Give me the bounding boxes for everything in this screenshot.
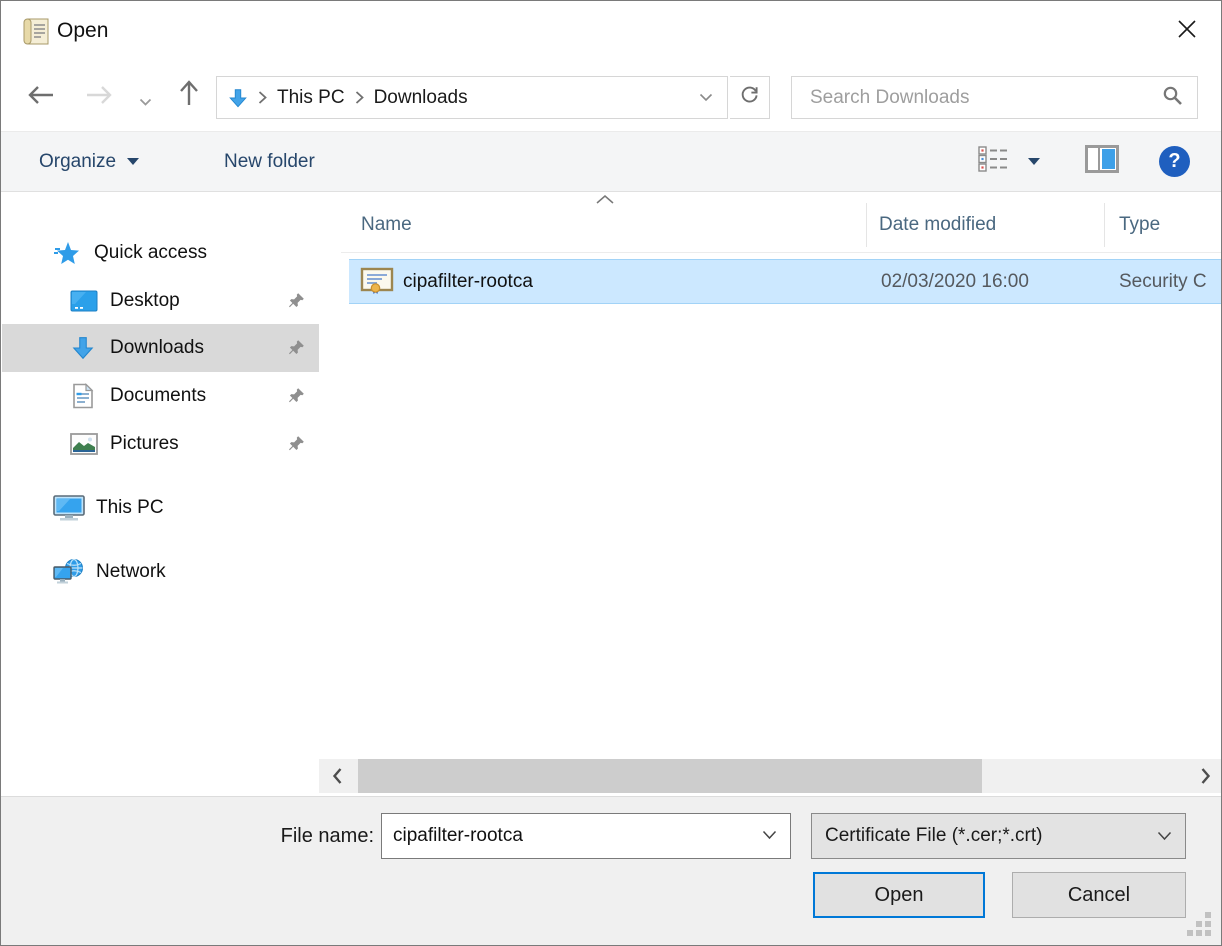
file-type-select[interactable]: Certificate File (*.cer;*.crt) [811,813,1186,859]
resize-grip[interactable] [1187,912,1211,936]
file-date-cell: 02/03/2020 16:00 [881,260,1029,303]
sidebar-label: This PC [96,484,164,532]
sidebar-item-downloads[interactable]: Downloads [2,324,319,372]
open-button-label: Open [875,884,924,907]
sidebar-label: Network [96,548,166,596]
up-arrow-icon [177,79,201,112]
sidebar-item-this-pc[interactable]: This PC [2,484,319,532]
breadcrumb-chevron-icon[interactable] [257,90,268,105]
sidebar-item-network[interactable]: Network [2,548,319,596]
new-folder-label: New folder [224,151,315,173]
command-toolbar: Organize New folder [1,131,1221,192]
open-button[interactable]: Open [813,872,985,918]
organize-label: Organize [39,151,116,173]
close-icon [1174,16,1200,47]
close-button[interactable] [1171,15,1203,47]
network-icon [52,558,86,591]
file-name-label: File name: [201,813,374,859]
breadcrumb-item-downloads[interactable]: Downloads [365,87,477,109]
back-button[interactable] [23,81,59,113]
sidebar-label: Desktop [110,277,180,325]
open-file-dialog: Open [0,0,1222,946]
help-button[interactable]: ? [1159,132,1190,191]
this-pc-icon [52,494,86,527]
header-divider [341,252,1222,253]
help-icon: ? [1159,146,1190,177]
chevron-down-icon [139,94,152,112]
file-name-input[interactable] [382,824,762,848]
refresh-icon [739,85,760,111]
pin-icon [288,292,305,314]
views-dropdown-chevron[interactable] [1028,132,1040,191]
organize-button[interactable]: Organize [39,132,139,191]
pin-icon [288,387,305,409]
pin-icon [288,435,305,457]
certificate-file-icon [360,267,394,302]
window-title: Open [57,1,108,61]
downloads-icon [70,335,96,366]
sort-ascending-icon [595,192,615,210]
new-folder-button[interactable]: New folder [224,132,315,191]
scroll-left-arrow[interactable] [321,759,353,793]
chevron-down-icon [1157,825,1172,847]
cancel-button-label: Cancel [1068,884,1130,907]
sidebar-label: Quick access [94,229,207,277]
column-header-name[interactable]: Name [361,197,412,253]
file-row-cipafilter-rootca[interactable]: cipafilter-rootca 02/03/2020 16:00 Secur… [349,259,1222,304]
scroll-document-icon [21,16,51,53]
sidebar-item-quick-access[interactable]: Quick access [2,229,319,277]
preview-pane-button[interactable] [1085,132,1119,191]
file-name-cell: cipafilter-rootca [403,260,533,303]
search-input[interactable] [792,87,1162,109]
cancel-button[interactable]: Cancel [1012,872,1186,918]
sidebar-label: Downloads [110,324,204,372]
details-view-icon [978,146,1010,178]
sidebar-item-documents[interactable]: Documents [2,372,319,420]
sidebar-item-desktop[interactable]: Desktop [2,277,319,325]
column-divider[interactable] [866,203,867,247]
horizontal-scrollbar[interactable] [319,759,1222,793]
column-header-type[interactable]: Type [1119,197,1160,253]
chevron-down-icon [1028,158,1040,165]
breadcrumb-chevron-icon[interactable] [354,90,365,105]
refresh-button[interactable] [730,76,770,119]
scrollbar-thumb[interactable] [358,759,982,793]
search-box [791,76,1198,119]
pictures-icon [70,433,98,460]
address-dropdown-chevron-icon[interactable] [699,93,713,102]
recent-locations-chevron[interactable] [131,87,159,119]
pin-icon [288,339,305,361]
quick-access-star-icon [54,241,80,271]
back-arrow-icon [26,84,56,111]
file-name-combobox [381,813,791,859]
documents-icon [72,383,94,414]
column-divider[interactable] [1104,203,1105,247]
preview-pane-icon [1085,145,1119,179]
search-icon [1162,85,1183,111]
scroll-right-arrow[interactable] [1189,759,1221,793]
sidebar-label: Documents [110,372,206,420]
up-button[interactable] [171,79,207,111]
sidebar-item-pictures[interactable]: Pictures [2,420,319,468]
file-type-cell: Security C [1119,260,1207,303]
desktop-icon [70,290,98,317]
chevron-down-icon[interactable] [762,827,777,845]
forward-arrow-icon [84,84,114,111]
downloads-folder-icon [227,87,249,109]
address-bar[interactable]: This PC Downloads [216,76,728,119]
column-header-date-modified[interactable]: Date modified [879,197,996,253]
view-details-button[interactable] [978,132,1010,191]
file-type-value: Certificate File (*.cer;*.crt) [812,825,1157,847]
chevron-down-icon [127,158,139,165]
forward-button[interactable] [81,81,117,113]
sidebar-label: Pictures [110,420,179,468]
breadcrumb-item-this-pc[interactable]: This PC [268,87,354,109]
